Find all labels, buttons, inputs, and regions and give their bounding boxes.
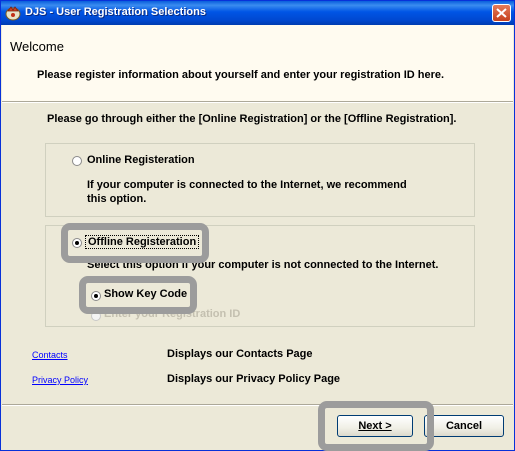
close-button[interactable] xyxy=(492,4,511,22)
app-icon xyxy=(5,6,21,21)
header-separator xyxy=(2,101,513,103)
next-highlight-box xyxy=(318,401,434,451)
registration-dialog: DJS - User Registration Selections Welco… xyxy=(0,0,515,451)
privacy-policy-link-description: Displays our Privacy Policy Page xyxy=(167,373,341,385)
close-icon xyxy=(496,8,507,18)
contacts-link[interactable]: Contacts xyxy=(32,350,68,360)
contacts-link-description: Displays our Contacts Page xyxy=(167,348,313,360)
footer-separator xyxy=(2,404,513,406)
cancel-button[interactable]: Cancel xyxy=(424,415,504,437)
header-panel: Welcome Please register information abou… xyxy=(2,25,513,101)
header-description: Please register information about yourse… xyxy=(37,69,445,81)
offline-highlight-box xyxy=(61,223,209,263)
window-title: DJS - User Registration Selections xyxy=(25,6,206,18)
show-key-code-highlight-box xyxy=(79,276,197,314)
instructions-text: Please go through either the [Online Reg… xyxy=(47,113,457,125)
page-title: Welcome xyxy=(10,39,64,54)
online-registration-description: If your computer is connected to the Int… xyxy=(87,179,407,205)
online-registration-label[interactable]: Online Registeration xyxy=(87,154,195,166)
privacy-policy-link[interactable]: Privacy Policy xyxy=(32,375,88,385)
online-registration-radio[interactable] xyxy=(72,156,82,166)
title-bar[interactable]: DJS - User Registration Selections xyxy=(1,1,514,25)
